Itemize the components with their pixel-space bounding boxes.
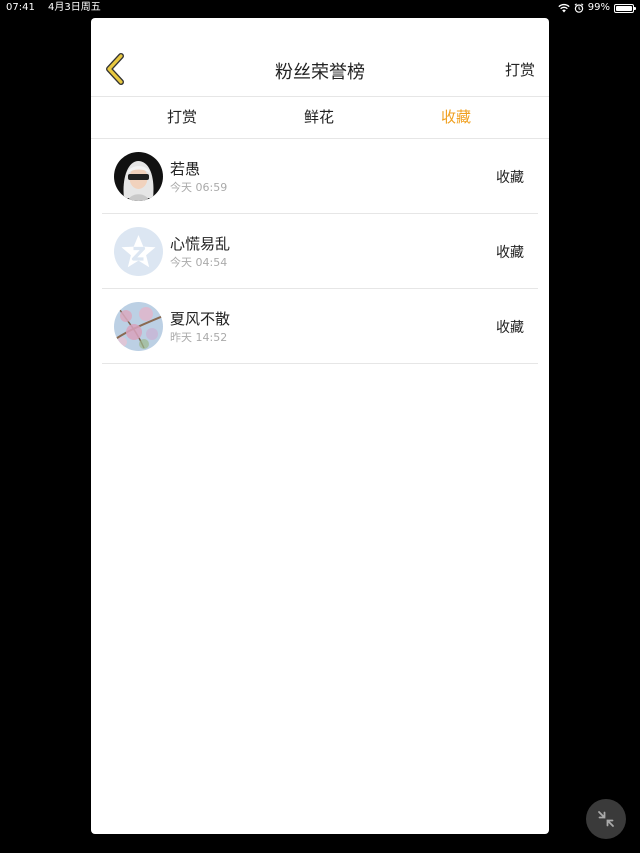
row-action-label: 收藏 bbox=[496, 170, 524, 186]
list-item[interactable]: 心慌易乱 今天 04:54 收藏 bbox=[102, 214, 538, 289]
fan-honor-panel: 粉丝荣誉榜 打赏 打赏 鲜花 收藏 若愚 今天 06:59 收藏 心慌易乱 今天… bbox=[91, 18, 549, 834]
avatar bbox=[114, 302, 163, 351]
reward-button[interactable]: 打赏 bbox=[505, 59, 535, 80]
fan-name: 夏风不散 bbox=[170, 310, 231, 328]
white-haired-character-avatar bbox=[114, 152, 163, 201]
nav-bar: 粉丝荣誉榜 打赏 bbox=[91, 18, 549, 97]
minimize-icon bbox=[598, 811, 614, 827]
row-action-label: 收藏 bbox=[496, 320, 524, 336]
row-action-label: 收藏 bbox=[496, 245, 524, 261]
status-date: 4月3日周五 bbox=[48, 2, 101, 13]
fan-name: 若愚 bbox=[170, 160, 201, 178]
avatar bbox=[114, 152, 163, 201]
default-qq-star-avatar bbox=[114, 227, 163, 276]
battery-level-fill bbox=[616, 5, 632, 11]
battery-icon bbox=[614, 3, 636, 13]
tab-reward[interactable]: 打赏 bbox=[132, 97, 232, 138]
tab-flowers[interactable]: 鲜花 bbox=[269, 97, 369, 138]
fan-name: 心慌易乱 bbox=[170, 235, 231, 253]
alarm-icon bbox=[574, 3, 584, 13]
tab-bar: 打赏 鲜花 收藏 bbox=[91, 97, 549, 139]
fan-time: 今天 04:54 bbox=[170, 256, 228, 269]
list-item[interactable]: 若愚 今天 06:59 收藏 bbox=[102, 139, 538, 214]
status-time: 07:41 bbox=[6, 2, 35, 13]
minimize-button[interactable] bbox=[586, 799, 626, 839]
battery-percent: 99% bbox=[587, 2, 610, 13]
wifi-icon bbox=[558, 3, 570, 13]
page-title: 粉丝荣誉榜 bbox=[275, 62, 365, 83]
status-right: 99% bbox=[558, 0, 636, 16]
status-bar: 07:41 4月3日周五 99% bbox=[0, 0, 640, 16]
fan-time: 昨天 14:52 bbox=[170, 331, 228, 344]
status-left: 07:41 4月3日周五 bbox=[6, 0, 111, 16]
avatar bbox=[114, 227, 163, 276]
tab-favorites[interactable]: 收藏 bbox=[406, 97, 506, 138]
fan-time: 今天 06:59 bbox=[170, 181, 228, 194]
list-item[interactable]: 夏风不散 昨天 14:52 收藏 bbox=[102, 289, 538, 364]
blossom-branch-avatar bbox=[114, 302, 163, 351]
fan-list: 若愚 今天 06:59 收藏 心慌易乱 今天 04:54 收藏 夏风不散 昨天 … bbox=[102, 139, 538, 364]
